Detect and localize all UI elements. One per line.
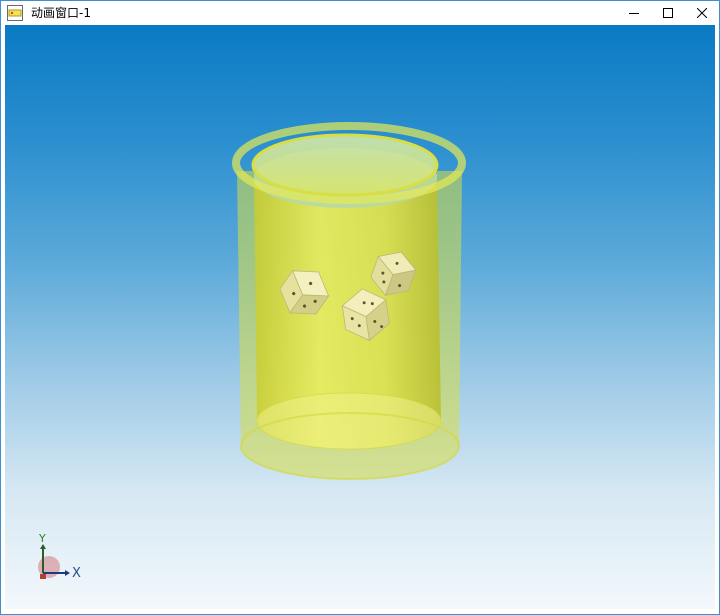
axis-triad: X Y: [38, 532, 81, 581]
animation-window: 动画窗口-1 X Y: [0, 0, 720, 615]
title-bar[interactable]: 动画窗口-1: [1, 1, 719, 24]
scene: X Y: [38, 122, 466, 581]
axis-y-label: Y: [38, 532, 46, 545]
minimize-button[interactable]: [617, 1, 651, 24]
window-title: 动画窗口-1: [31, 6, 91, 20]
3d-viewport[interactable]: X Y: [5, 25, 715, 609]
maximize-icon: [663, 7, 673, 18]
cup-bottom: [256, 392, 442, 450]
maximize-button[interactable]: [651, 1, 685, 24]
window-controls: [617, 1, 719, 24]
close-button[interactable]: [685, 1, 719, 24]
app-icon: [7, 4, 23, 21]
close-icon: [697, 7, 707, 18]
minimize-icon: [629, 12, 639, 14]
axis-x-label: X: [72, 566, 81, 581]
